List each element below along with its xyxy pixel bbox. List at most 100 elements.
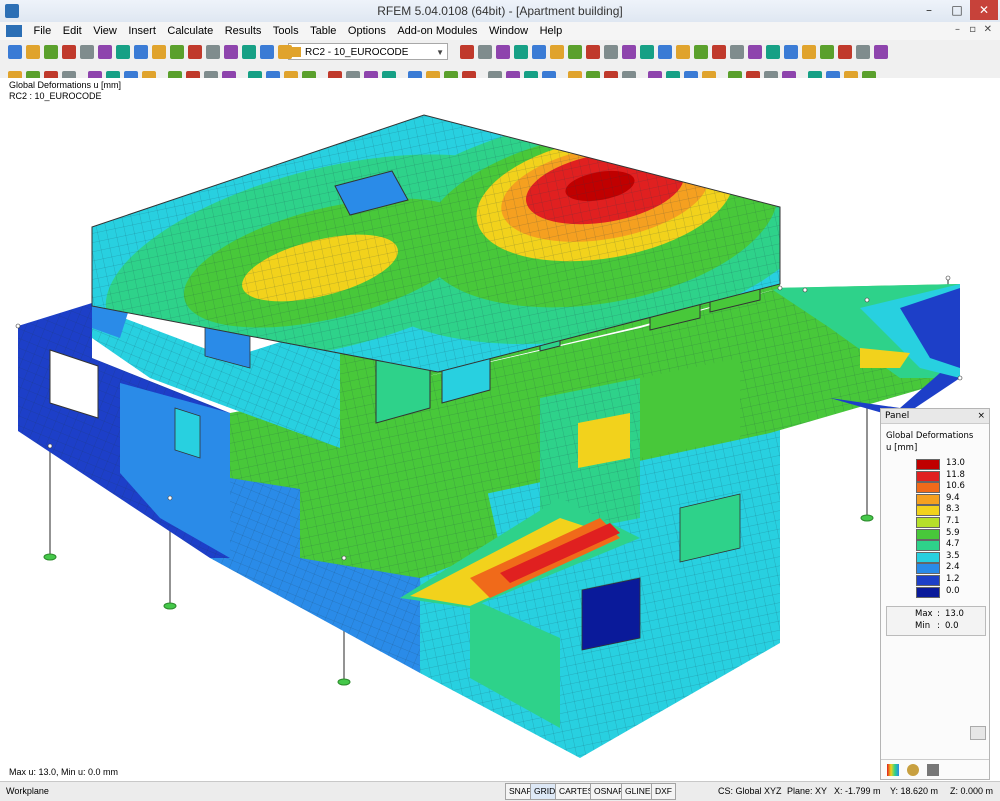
- menu-edit[interactable]: Edit: [59, 22, 86, 40]
- work-plane: Plane: XY: [787, 786, 828, 796]
- view-tool-icon[interactable]: [838, 45, 852, 59]
- min-value: 0.0: [945, 621, 959, 631]
- mdi-close-icon[interactable]: ✕: [984, 24, 992, 35]
- legend-swatch: [916, 459, 940, 470]
- view-tool-icon[interactable]: [640, 45, 654, 59]
- menu-tools[interactable]: Tools: [269, 22, 303, 40]
- menu-calculate[interactable]: Calculate: [163, 22, 217, 40]
- min-colon: :: [937, 621, 940, 631]
- panel-tabs: [881, 759, 989, 780]
- view-tool-icon[interactable]: [676, 45, 690, 59]
- zoom-icon[interactable]: [134, 45, 148, 59]
- view-tool-icon[interactable]: [532, 45, 546, 59]
- pan-icon[interactable]: [152, 45, 166, 59]
- view-tool-icon[interactable]: [802, 45, 816, 59]
- new-icon[interactable]: [8, 45, 22, 59]
- view-tool-icon[interactable]: [550, 45, 564, 59]
- legend-swatch: [916, 586, 940, 598]
- legend-value: 8.3: [946, 504, 960, 515]
- mdi-restore-icon[interactable]: ▫: [969, 24, 976, 35]
- view-tool-icon[interactable]: [460, 45, 474, 59]
- tool-icon[interactable]: [188, 45, 202, 59]
- factors-tab-icon[interactable]: [907, 764, 919, 776]
- legend-swatch: [916, 517, 940, 528]
- view-tool-icon[interactable]: [856, 45, 870, 59]
- legend-value: 5.9: [946, 527, 960, 538]
- load-case-select[interactable]: RC2 - 10_EUROCODE ▼: [288, 43, 448, 60]
- view-tool-icon[interactable]: [514, 45, 528, 59]
- legend-value: 10.6: [946, 481, 965, 492]
- model-viewport[interactable]: Global Deformations u [mm] RC2 : 10_EURO…: [0, 78, 1000, 781]
- result-title: Global Deformations u [mm]: [9, 80, 122, 90]
- extremes-box: Max : 13.0 Min : 0.0: [886, 606, 986, 636]
- max-colon: :: [937, 609, 940, 619]
- view-tool-icon[interactable]: [604, 45, 618, 59]
- undo-icon[interactable]: [80, 45, 94, 59]
- view-tool-icon[interactable]: [478, 45, 492, 59]
- view-tool-icon[interactable]: [748, 45, 762, 59]
- close-button[interactable]: ✕: [970, 0, 998, 20]
- tool-icon[interactable]: [260, 45, 274, 59]
- legend-swatch: [916, 482, 940, 494]
- view-tool-icon[interactable]: [730, 45, 744, 59]
- tool-icon[interactable]: [242, 45, 256, 59]
- redo-icon[interactable]: [98, 45, 112, 59]
- panel-unit: u [mm]: [886, 443, 918, 453]
- save-icon[interactable]: [44, 45, 58, 59]
- legend-swatch: [916, 563, 940, 575]
- menu-addon-modules[interactable]: Add-on Modules: [393, 22, 481, 40]
- result-info: Global Deformations u [mm] RC2 : 10_EURO…: [9, 80, 121, 102]
- minmax-summary: Max u: 13.0, Min u: 0.0 mm: [9, 767, 119, 777]
- view-tool-icon[interactable]: [658, 45, 672, 59]
- view-tool-icon[interactable]: [766, 45, 780, 59]
- menu-window[interactable]: Window: [485, 22, 532, 40]
- view-tool-icon[interactable]: [874, 45, 888, 59]
- panel-header[interactable]: Panel ×: [881, 409, 989, 424]
- document-icon[interactable]: [6, 25, 22, 37]
- legend-value: 2.4: [946, 562, 960, 573]
- menu-file[interactable]: File: [30, 22, 56, 40]
- legend-value: 11.8: [946, 469, 965, 480]
- view-tool-icon[interactable]: [496, 45, 510, 59]
- maximize-button[interactable]: □: [944, 0, 970, 20]
- menu-help[interactable]: Help: [536, 22, 567, 40]
- tool-icon[interactable]: [224, 45, 238, 59]
- menu-view[interactable]: View: [89, 22, 121, 40]
- control-panel[interactable]: Panel × Global Deformations u [mm] 13.0 1…: [880, 408, 990, 780]
- tool-icon[interactable]: [206, 45, 220, 59]
- rotate-icon[interactable]: [170, 45, 184, 59]
- view-tool-icon[interactable]: [712, 45, 726, 59]
- deformation-model-graphic[interactable]: [0, 78, 1000, 781]
- open-icon[interactable]: [26, 45, 40, 59]
- cursor-y: Y: 18.620 m: [890, 786, 939, 796]
- max-label: Max: [915, 609, 933, 619]
- view-tool-icon[interactable]: [568, 45, 582, 59]
- mdi-minimize-icon[interactable]: –: [955, 24, 960, 35]
- minimize-button[interactable]: –: [916, 0, 942, 20]
- color-scale-tab-icon[interactable]: [887, 764, 899, 776]
- view-tool-icon[interactable]: [694, 45, 708, 59]
- max-value: 13.0: [945, 609, 964, 619]
- menu-options[interactable]: Options: [344, 22, 390, 40]
- status-bar: Workplane SNAP GRID CARTES OSNAP GLINES …: [0, 781, 1000, 801]
- view-tool-icon[interactable]: [622, 45, 636, 59]
- print-icon[interactable]: [62, 45, 76, 59]
- legend-swatch: [916, 505, 940, 517]
- legend-swatch: [916, 540, 940, 552]
- legend-value: 9.4: [946, 492, 960, 503]
- view-tool-icon[interactable]: [820, 45, 834, 59]
- menu-results[interactable]: Results: [221, 22, 266, 40]
- view-tool-icon[interactable]: [784, 45, 798, 59]
- panel-options-button[interactable]: [970, 726, 986, 740]
- tool-icon[interactable]: [278, 45, 292, 59]
- legend-value: 1.2: [946, 574, 960, 584]
- panel-title: Panel: [885, 411, 910, 421]
- view-tool-icon[interactable]: [586, 45, 600, 59]
- menu-insert[interactable]: Insert: [124, 22, 160, 40]
- dxf-toggle[interactable]: DXF: [651, 783, 676, 800]
- panel-result-label: Global Deformations: [886, 431, 974, 441]
- select-icon[interactable]: [116, 45, 130, 59]
- panel-close-icon[interactable]: ×: [977, 409, 985, 423]
- menu-table[interactable]: Table: [306, 22, 340, 40]
- filter-tab-icon[interactable]: [927, 764, 939, 776]
